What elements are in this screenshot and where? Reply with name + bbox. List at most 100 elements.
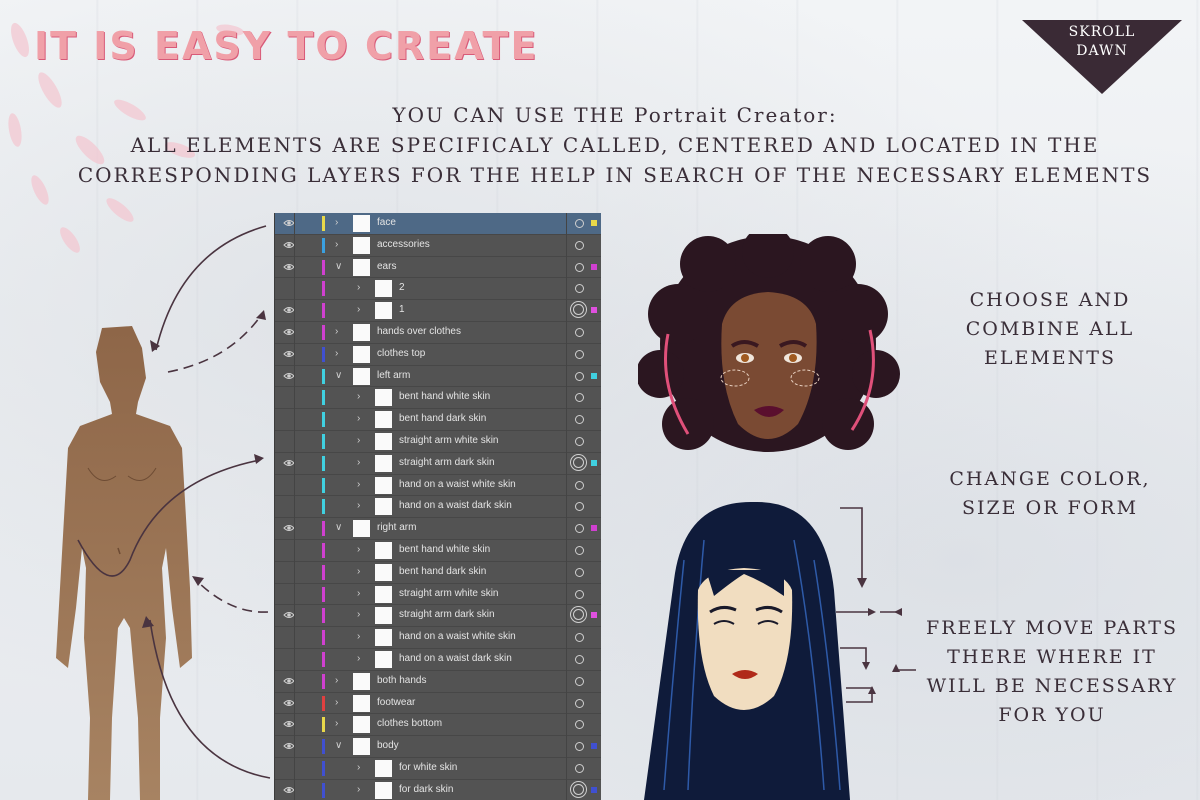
layer-row[interactable]: › bent hand dark skin <box>275 409 601 431</box>
chevron-right-icon[interactable]: › <box>357 391 360 402</box>
target-ring-icon[interactable] <box>575 240 584 250</box>
layer-thumbnail <box>353 738 370 756</box>
target-ring-icon[interactable] <box>575 502 584 512</box>
caption-choose-line-1: CHOOSE AND <box>969 289 1131 311</box>
chevron-right-icon[interactable]: › <box>357 566 360 577</box>
layer-row[interactable]: › for white skin <box>275 758 601 780</box>
caption-choose-line-2: COMBINE ALL <box>965 318 1135 340</box>
layer-row[interactable]: › straight arm dark skin <box>275 453 601 475</box>
target-ring-icon[interactable] <box>575 262 584 272</box>
caption-change-line-1: CHANGE COLOR, <box>949 468 1151 490</box>
chevron-right-icon[interactable]: › <box>357 653 360 664</box>
layer-row[interactable]: › 2 <box>275 278 601 301</box>
target-ring-icon[interactable] <box>575 720 584 730</box>
layers-panel[interactable]: › face › accessories ∨ ears › 2 › 1 › hands over cl… <box>274 213 601 800</box>
target-ring-icon[interactable] <box>573 304 584 316</box>
layer-row[interactable]: › both hands <box>275 671 601 693</box>
layer-row[interactable]: › hand on a waist white skin <box>275 627 601 649</box>
chevron-right-icon[interactable]: › <box>357 588 360 599</box>
target-ring-icon[interactable] <box>575 436 584 446</box>
layer-color-bar <box>322 717 325 733</box>
target-ring-icon[interactable] <box>575 654 584 664</box>
layer-thumbnail <box>353 672 370 690</box>
layer-row[interactable]: › hand on a waist dark skin <box>275 496 601 519</box>
target-ring-icon[interactable] <box>575 567 584 577</box>
layer-row[interactable]: › hands over clothes <box>275 322 601 344</box>
chevron-right-icon[interactable]: › <box>357 784 360 795</box>
layer-row[interactable]: › footwear <box>275 693 601 715</box>
chevron-right-icon[interactable]: › <box>357 282 360 293</box>
layer-thumbnail <box>375 302 392 320</box>
chevron-right-icon[interactable]: › <box>357 304 360 315</box>
target-ring-icon[interactable] <box>575 763 584 773</box>
layer-thumbnail <box>375 280 392 298</box>
layer-row[interactable]: › 1 <box>275 300 601 322</box>
layer-row[interactable]: › bent hand dark skin <box>275 562 601 584</box>
layer-row[interactable]: ∨ left arm <box>275 366 601 388</box>
target-ring-icon[interactable] <box>575 589 584 599</box>
target-ring-icon[interactable] <box>575 349 584 359</box>
chevron-right-icon[interactable]: › <box>357 631 360 642</box>
target-ring-icon[interactable] <box>575 480 584 490</box>
target-ring-icon[interactable] <box>575 524 584 534</box>
target-ring-icon[interactable] <box>573 783 584 795</box>
layer-name: body <box>377 740 399 752</box>
chevron-right-icon[interactable]: › <box>357 413 360 424</box>
chevron-down-icon[interactable]: ∨ <box>335 740 342 751</box>
target-ring-icon[interactable] <box>575 742 584 752</box>
layer-row[interactable]: ∨ ears <box>275 257 601 279</box>
chevron-right-icon[interactable]: › <box>357 435 360 446</box>
layer-row[interactable]: ∨ body <box>275 736 601 758</box>
chevron-right-icon[interactable]: › <box>335 326 338 337</box>
target-ring-icon[interactable] <box>575 393 584 403</box>
chevron-right-icon[interactable]: › <box>335 697 338 708</box>
target-ring-icon[interactable] <box>575 415 584 425</box>
chevron-right-icon[interactable]: › <box>335 675 338 686</box>
layer-row[interactable]: › straight arm white skin <box>275 431 601 453</box>
target-ring-icon[interactable] <box>575 545 584 555</box>
layer-row[interactable]: › hand on a waist dark skin <box>275 649 601 671</box>
target-ring-icon[interactable] <box>575 698 584 708</box>
chevron-right-icon[interactable]: › <box>335 217 338 228</box>
chevron-right-icon[interactable]: › <box>357 762 360 773</box>
layer-thumbnail <box>375 781 392 799</box>
target-ring-icon[interactable] <box>575 219 584 228</box>
chevron-right-icon[interactable]: › <box>357 457 360 468</box>
layer-color-bar <box>322 651 325 667</box>
chevron-right-icon[interactable]: › <box>357 479 360 490</box>
chevron-right-icon[interactable]: › <box>335 718 338 729</box>
chevron-right-icon[interactable]: › <box>357 544 360 555</box>
target-ring-icon[interactable] <box>575 327 584 337</box>
layer-name: both hands <box>377 674 427 686</box>
layer-row[interactable]: › bent hand white skin <box>275 387 601 410</box>
chevron-down-icon[interactable]: ∨ <box>335 522 342 533</box>
chevron-right-icon[interactable]: › <box>357 609 360 620</box>
chevron-right-icon[interactable]: › <box>335 348 338 359</box>
layer-row[interactable]: › face <box>275 213 601 235</box>
layer-row[interactable]: › clothes bottom <box>275 714 601 737</box>
layer-row[interactable]: › for dark skin <box>275 780 601 800</box>
target-ring-icon[interactable] <box>575 676 584 686</box>
layer-thumbnail <box>375 454 392 472</box>
chevron-right-icon[interactable]: › <box>357 500 360 511</box>
layer-row[interactable]: ∨ right arm <box>275 518 601 540</box>
layer-row[interactable]: › straight arm dark skin <box>275 605 601 628</box>
target-ring-icon[interactable] <box>573 456 584 468</box>
layer-name: bent hand white skin <box>399 391 491 403</box>
layer-thumbnail <box>375 389 392 407</box>
layer-row[interactable]: › bent hand white skin <box>275 540 601 562</box>
target-ring-icon[interactable] <box>573 609 584 621</box>
layer-color-bar <box>322 216 325 231</box>
layer-row[interactable]: › clothes top <box>275 344 601 366</box>
layer-row[interactable]: › accessories <box>275 235 601 257</box>
layer-row[interactable]: › hand on a waist white skin <box>275 475 601 497</box>
chevron-down-icon[interactable]: ∨ <box>335 370 342 381</box>
layer-thumbnail <box>353 345 370 363</box>
chevron-down-icon[interactable]: ∨ <box>335 261 342 272</box>
caption-change-line-2: SIZE OR FORM <box>961 497 1139 519</box>
chevron-right-icon[interactable]: › <box>335 239 338 250</box>
target-ring-icon[interactable] <box>575 633 584 643</box>
target-ring-icon[interactable] <box>575 371 584 381</box>
target-ring-icon[interactable] <box>575 284 584 294</box>
layer-row[interactable]: › straight arm white skin <box>275 584 601 606</box>
